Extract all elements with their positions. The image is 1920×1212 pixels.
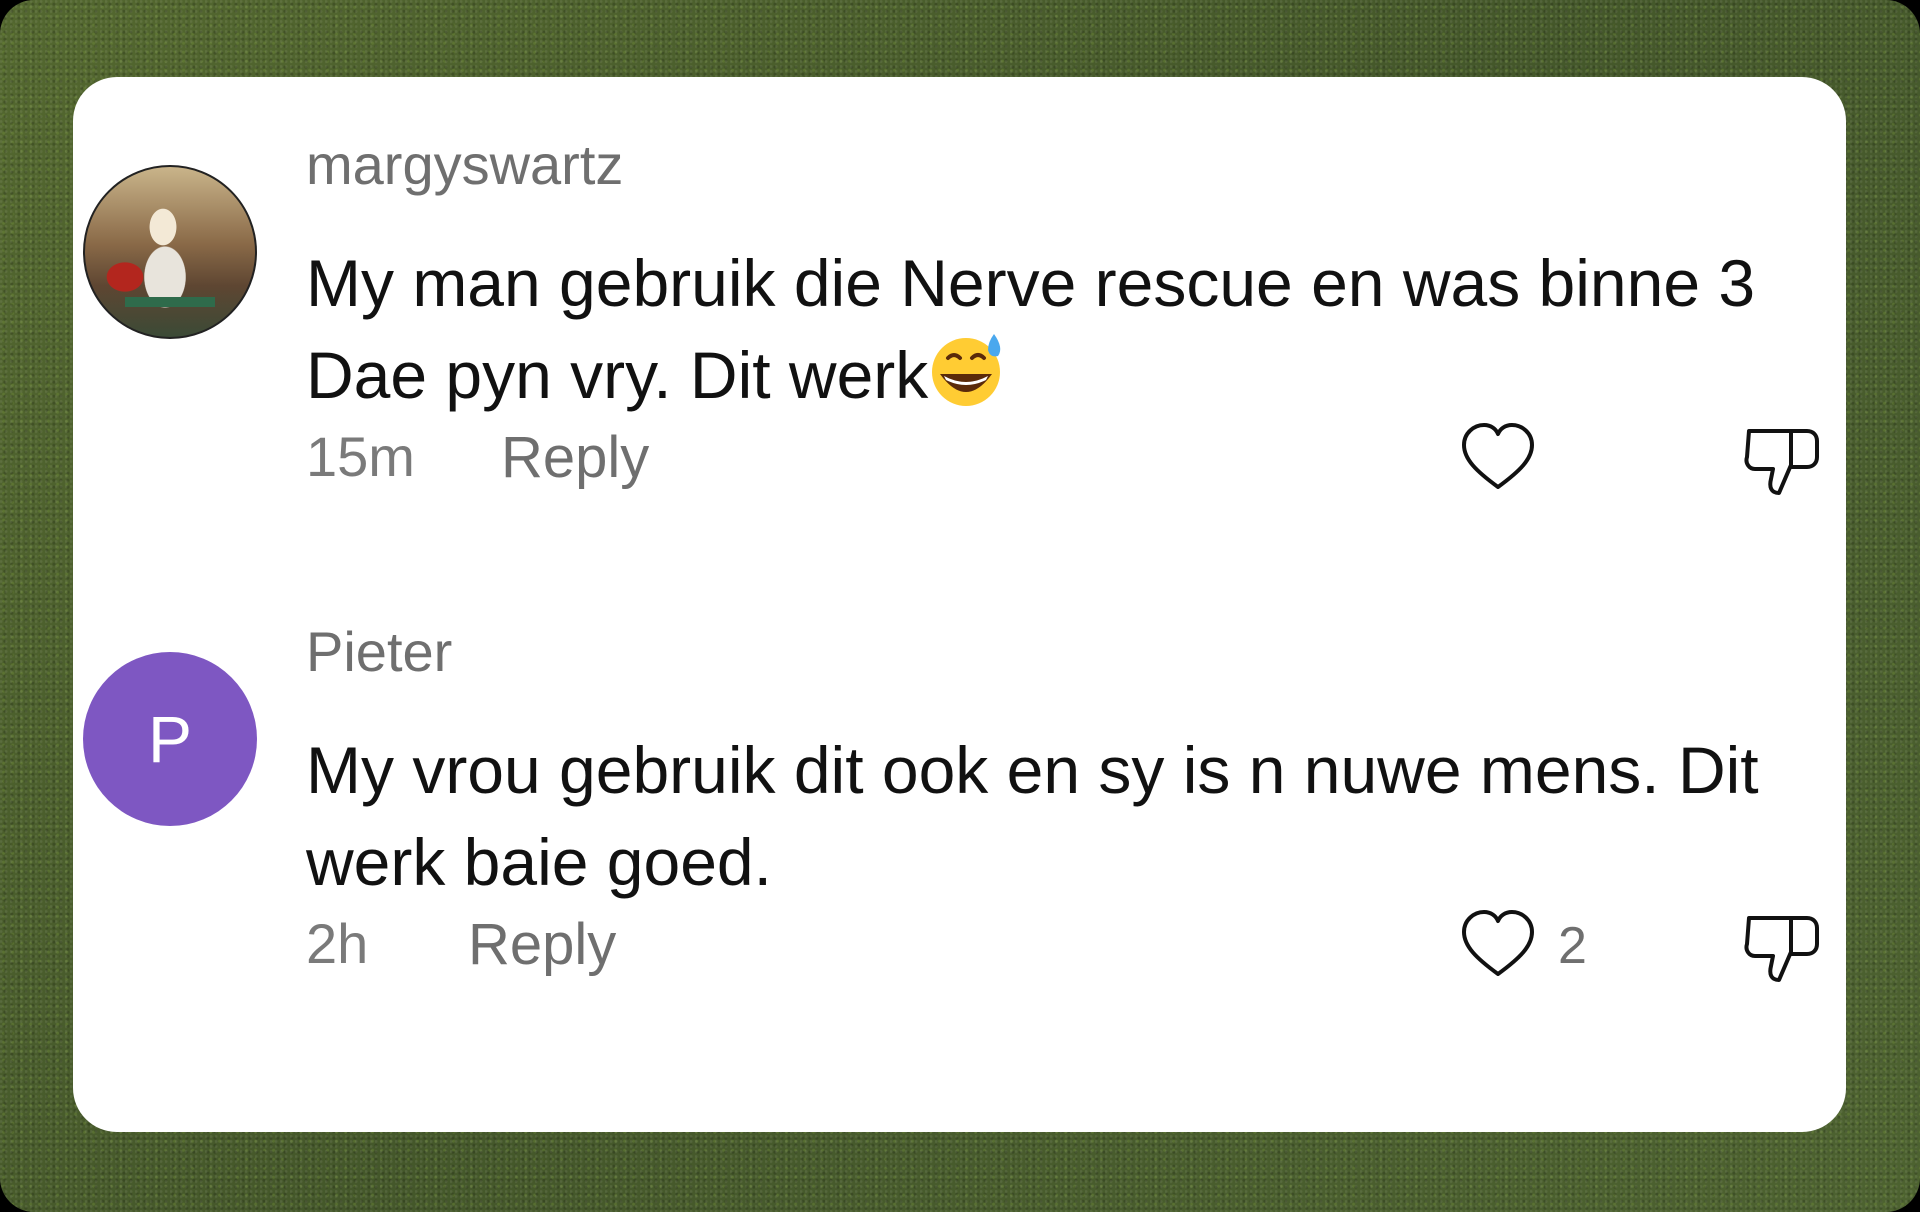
thumbs-down-icon[interactable]	[1741, 906, 1823, 988]
avatar-photo-detail	[125, 297, 215, 307]
heart-icon[interactable]	[1458, 419, 1538, 499]
comment-item: P Pieter My vrou gebruik dit ook en sy i…	[73, 624, 1846, 1054]
grinning-face-with-sweat-emoji-icon	[932, 334, 1001, 406]
avatar[interactable]: P	[83, 652, 257, 826]
comment-item: margyswartz My man gebruik die Nerve res…	[73, 137, 1846, 567]
comment-username[interactable]: Pieter	[306, 624, 452, 680]
comment-timestamp: 15m	[306, 425, 415, 488]
heart-icon[interactable]	[1458, 906, 1538, 986]
comment-timestamp: 2h	[306, 912, 369, 975]
like-count: 2	[1558, 917, 1587, 975]
avatar[interactable]	[83, 165, 257, 339]
thumbs-down-icon[interactable]	[1741, 419, 1823, 501]
comment-text-content: My man gebruik die Nerve rescue en was b…	[306, 246, 1756, 412]
comment-text: My man gebruik die Nerve rescue en was b…	[306, 237, 1826, 421]
comment-username[interactable]: margyswartz	[306, 137, 623, 193]
reply-button[interactable]: Reply	[501, 429, 649, 487]
comment-text: My vrou gebruik dit ook en sy is n nuwe …	[306, 733, 1759, 899]
reply-button[interactable]: Reply	[468, 916, 616, 974]
grass-background: margyswartz My man gebruik die Nerve res…	[0, 0, 1920, 1212]
comments-card: margyswartz My man gebruik die Nerve res…	[73, 77, 1846, 1132]
